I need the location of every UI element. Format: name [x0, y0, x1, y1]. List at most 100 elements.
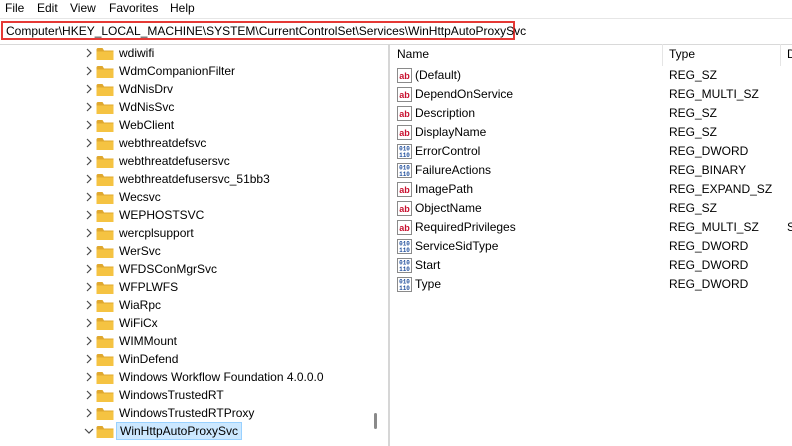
value-type: REG_DWORD	[669, 144, 749, 158]
chevron-right-icon[interactable]	[83, 83, 95, 95]
tree-item[interactable]: WdNisSvc	[0, 98, 386, 117]
value-name: (Default)	[415, 68, 462, 82]
tree-item[interactable]: WinHttpAutoProxySvc	[0, 422, 386, 441]
tree-item[interactable]: WIMMount	[0, 332, 386, 351]
tree-item[interactable]: WiaRpc	[0, 296, 386, 315]
chevron-right-icon[interactable]	[83, 119, 95, 131]
value-row[interactable]: 010 110 FailureActions REG_BINARY	[391, 161, 792, 180]
value-row[interactable]: 010 110 ServiceSidType REG_DWORD	[391, 237, 792, 256]
folder-icon	[96, 120, 114, 132]
folder-icon	[96, 138, 114, 150]
tree-item[interactable]: WerSvc	[0, 242, 386, 261]
tree-item[interactable]: webthreatdefsvc	[0, 134, 386, 153]
chevron-right-icon[interactable]	[83, 227, 95, 239]
value-list[interactable]: Name Type D ab (Default) REG_SZ ab DependOnS…	[391, 44, 792, 446]
chevron-right-icon[interactable]	[83, 407, 95, 419]
chevron-right-icon[interactable]	[83, 47, 95, 59]
chevron-right-icon[interactable]	[83, 65, 95, 77]
chevron-right-icon[interactable]	[83, 137, 95, 149]
chevron-right-icon[interactable]	[83, 281, 95, 293]
menu-edit[interactable]: Edit	[37, 1, 58, 16]
chevron-right-icon[interactable]	[83, 191, 95, 203]
tree-item[interactable]: WFDSConMgrSvc	[0, 260, 386, 279]
value-type: REG_DWORD	[669, 239, 749, 253]
column-header-data[interactable]: D	[787, 44, 792, 65]
folder-icon	[96, 390, 114, 402]
folder-icon	[96, 354, 114, 366]
chevron-right-icon[interactable]	[83, 317, 95, 329]
tree-item[interactable]: WdmCompanionFilter	[0, 62, 386, 81]
value-row[interactable]: ab (Default) REG_SZ	[391, 66, 792, 85]
tree-item-label: WdNisDrv	[119, 82, 173, 96]
tree-scrollbar-thumb[interactable]	[374, 413, 377, 429]
tree-item[interactable]: webthreatdefusersvc_51bb3	[0, 170, 386, 189]
chevron-right-icon[interactable]	[83, 299, 95, 311]
value-row[interactable]: 010 110 ErrorControl REG_DWORD	[391, 142, 792, 161]
value-type: REG_DWORD	[669, 277, 749, 291]
column-separator[interactable]	[662, 44, 663, 66]
value-type: REG_SZ	[669, 201, 718, 215]
chevron-right-icon[interactable]	[83, 209, 95, 221]
column-header-type[interactable]: Type	[669, 44, 695, 65]
value-row[interactable]: 010 110 Type REG_DWORD	[391, 275, 792, 294]
tree-item-label: WinHttpAutoProxySvc	[116, 422, 243, 440]
tree-item[interactable]: Wecsvc	[0, 188, 386, 207]
tree-item[interactable]: WFPLWFS	[0, 278, 386, 297]
value-type: REG_SZ	[669, 106, 718, 120]
chevron-right-icon[interactable]	[83, 371, 95, 383]
chevron-right-icon[interactable]	[83, 101, 95, 113]
value-type: REG_BINARY	[669, 163, 747, 177]
tree-item[interactable]: wercplsupport	[0, 224, 386, 243]
svg-text:ab: ab	[399, 204, 410, 214]
tree-item[interactable]: webthreatdefusersvc	[0, 152, 386, 171]
value-row[interactable]: ab RequiredPrivileges REG_MULTI_SZ S	[391, 218, 792, 237]
folder-icon	[96, 84, 114, 96]
value-row[interactable]: ab DisplayName REG_SZ	[391, 123, 792, 142]
chevron-right-icon[interactable]	[83, 155, 95, 167]
tree-item[interactable]: WebClient	[0, 116, 386, 135]
chevron-right-icon[interactable]	[83, 245, 95, 257]
folder-icon	[96, 300, 114, 312]
chevron-right-icon[interactable]	[83, 173, 95, 185]
tree-item-label: WEPHOSTSVC	[119, 208, 205, 222]
string-value-icon: ab	[397, 125, 412, 140]
tree-item[interactable]: WindowsTrustedRT	[0, 386, 386, 405]
column-header-name[interactable]: Name	[397, 44, 429, 65]
address-path-text: Computer\HKEY_LOCAL_MACHINE\SYSTEM\Curre…	[6, 24, 527, 38]
menu-favorites[interactable]: Favorites	[109, 1, 158, 16]
tree-item[interactable]: WdNisDrv	[0, 80, 386, 99]
chevron-right-icon[interactable]	[83, 389, 95, 401]
value-row[interactable]: ab Description REG_SZ	[391, 104, 792, 123]
key-tree[interactable]: wdiwifi WdmCompanionFilter WdNisDrv WdNisSv…	[0, 44, 386, 446]
pane-splitter[interactable]	[388, 44, 390, 446]
svg-text:110: 110	[399, 152, 410, 159]
chevron-right-icon[interactable]	[83, 335, 95, 347]
value-row[interactable]: 010 110 Start REG_DWORD	[391, 256, 792, 275]
string-value-icon: ab	[397, 220, 412, 235]
value-row[interactable]: ab ImagePath REG_EXPAND_SZ	[391, 180, 792, 199]
tree-item[interactable]: WindowsTrustedRTProxy	[0, 404, 386, 423]
menu-view[interactable]: View	[70, 1, 96, 16]
tree-item[interactable]: wdiwifi	[0, 44, 386, 63]
value-row[interactable]: ab ObjectName REG_SZ	[391, 199, 792, 218]
address-path-highlight[interactable]: Computer\HKEY_LOCAL_MACHINE\SYSTEM\Curre…	[1, 21, 526, 40]
value-name: Type	[415, 277, 442, 291]
tree-item-label: Windows Workflow Foundation 4.0.0.0	[119, 370, 324, 384]
tree-item-label: WerSvc	[119, 244, 161, 258]
tree-item[interactable]: WinDefend	[0, 350, 386, 369]
chevron-right-icon[interactable]	[83, 353, 95, 365]
tree-item[interactable]: Windows Workflow Foundation 4.0.0.0	[0, 368, 386, 387]
value-type: REG_DWORD	[669, 258, 749, 272]
value-type: REG_SZ	[669, 125, 718, 139]
column-separator[interactable]	[780, 44, 781, 66]
menu-help[interactable]: Help	[170, 1, 195, 16]
value-type: REG_MULTI_SZ	[669, 220, 759, 234]
tree-item[interactable]: WiFiCx	[0, 314, 386, 333]
address-bar[interactable]: Computer\HKEY_LOCAL_MACHINE\SYSTEM\Curre…	[0, 18, 792, 45]
chevron-down-icon[interactable]	[83, 425, 95, 437]
tree-item-label: WIMMount	[119, 334, 178, 348]
tree-item[interactable]: WEPHOSTSVC	[0, 206, 386, 225]
menu-file[interactable]: File	[5, 1, 24, 16]
value-row[interactable]: ab DependOnService REG_MULTI_SZ	[391, 85, 792, 104]
chevron-right-icon[interactable]	[83, 263, 95, 275]
